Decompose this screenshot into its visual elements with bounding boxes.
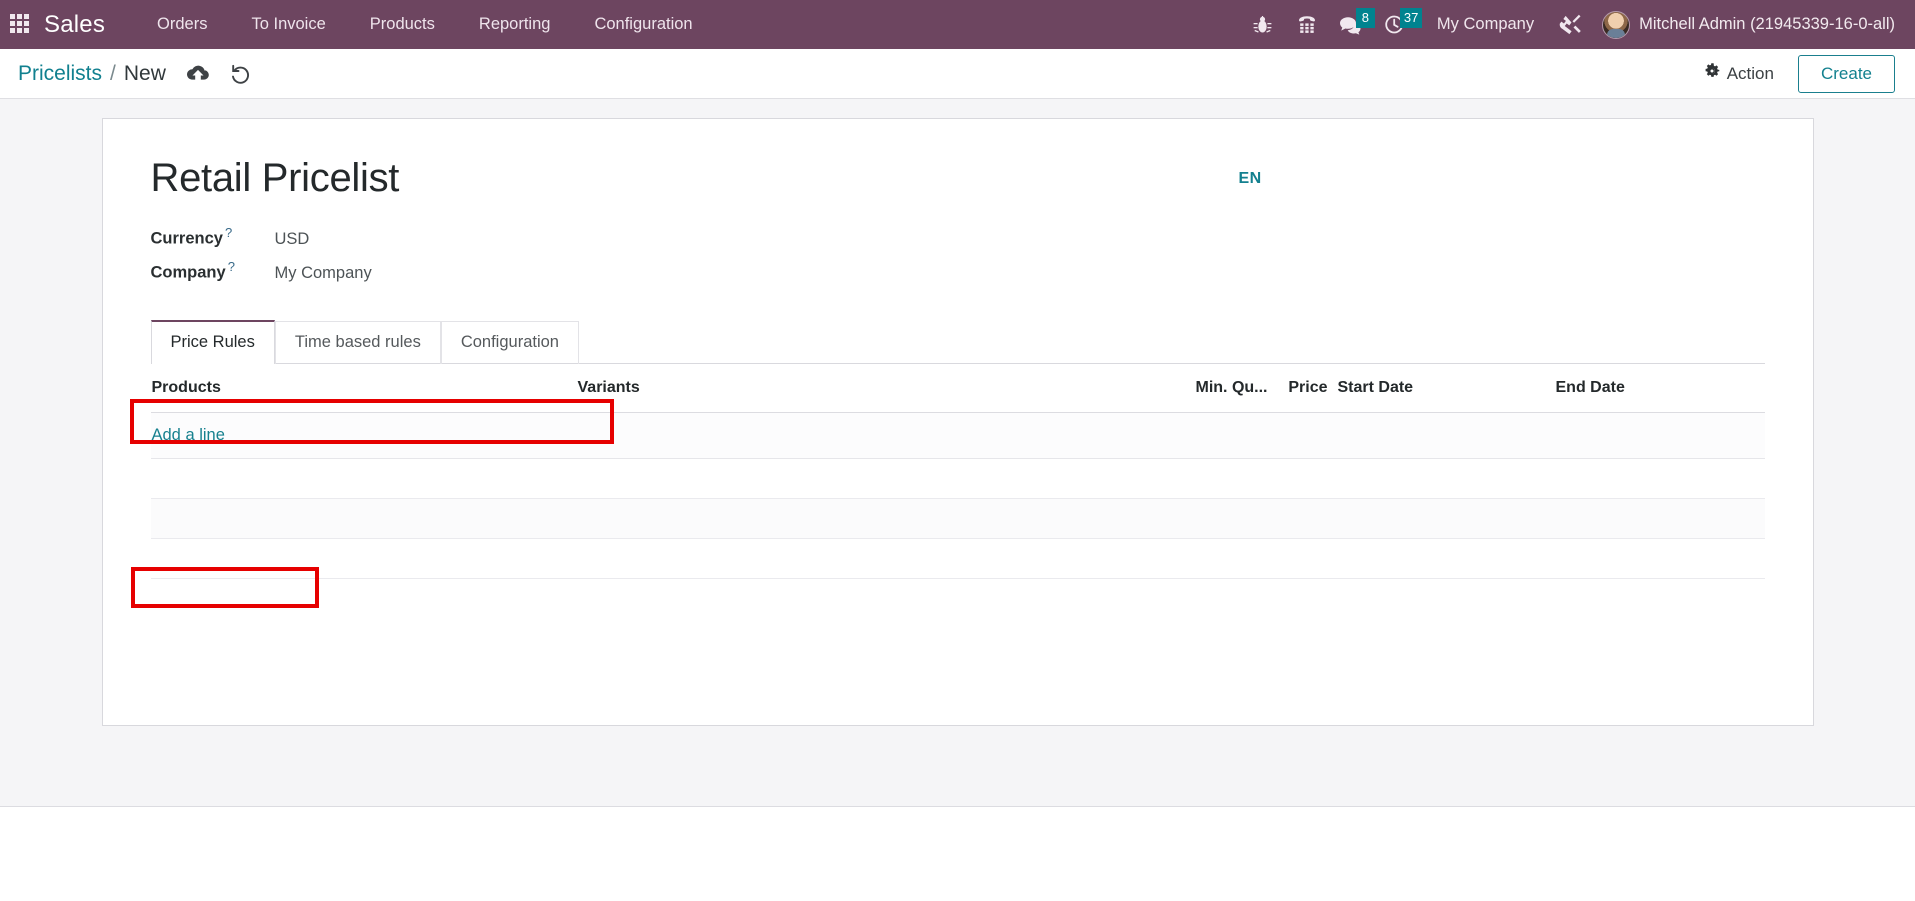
add-a-line-row: Add a line [150, 412, 1765, 459]
table-body: Add a line [150, 412, 1765, 659]
tab-time-based-rules[interactable]: Time based rules [274, 321, 441, 364]
notebook-tab-row: Price Rules Time based rules Configurati… [150, 319, 1765, 364]
field-company: Company? My Company [151, 259, 1765, 293]
user-name: Mitchell Admin (21945339-16-0-all) [1639, 15, 1895, 33]
add-a-line-button[interactable]: Add a line [152, 426, 225, 445]
language-badge[interactable]: EN [1239, 170, 1262, 188]
messaging-chat-icon[interactable]: 8 [1329, 7, 1375, 43]
nav-menu-to-invoice[interactable]: To Invoice [237, 9, 339, 40]
create-button[interactable]: Create [1797, 54, 1895, 93]
tools-wrench-screwdriver-icon[interactable] [1548, 7, 1592, 43]
company-switcher[interactable]: My Company [1423, 9, 1548, 40]
page-body: EN Retail Pricelist Currency? USD Compan… [0, 99, 1915, 807]
nav-menu-reporting[interactable]: Reporting [465, 9, 565, 40]
breadcrumb-current-new: New [123, 61, 166, 85]
field-currency: Currency? USD [151, 225, 1765, 259]
notebook: Price Rules Time based rules Configurati… [150, 319, 1765, 659]
form-sheet: EN Retail Pricelist Currency? USD Compan… [101, 118, 1814, 726]
undo-discard-icon[interactable] [230, 64, 252, 84]
column-header-price[interactable]: Price [1277, 364, 1328, 413]
field-company-value[interactable]: My Company [275, 264, 372, 283]
nav-menu-configuration[interactable]: Configuration [580, 9, 706, 40]
bug-icon[interactable] [1241, 7, 1285, 43]
gear-icon [1704, 63, 1720, 84]
table-filler-row [150, 538, 1765, 579]
price-rules-table: Products Variants Min. Qu... Price Start… [150, 364, 1765, 659]
breadcrumb-pricelists[interactable]: Pricelists [18, 62, 102, 86]
tab-configuration[interactable]: Configuration [440, 321, 579, 364]
avatar [1602, 10, 1631, 39]
top-navbar: Sales Orders To Invoice Products Reporti… [0, 0, 1915, 49]
control-panel: Pricelists / New Action Create [0, 49, 1915, 99]
page-title[interactable]: Retail Pricelist [151, 156, 1765, 201]
action-label: Action [1726, 63, 1774, 83]
breadcrumb: Pricelists / New [18, 62, 166, 86]
table-header-row: Products Variants Min. Qu... Price Start… [150, 364, 1765, 413]
activities-clock-icon[interactable]: 37 [1373, 7, 1423, 43]
field-company-label: Company? [150, 259, 235, 282]
nav-menu-products[interactable]: Products [356, 9, 449, 40]
content-bottom-divider [0, 806, 1915, 807]
cloud-upload-save-icon[interactable] [186, 64, 210, 83]
phone-dialpad-icon[interactable] [1285, 7, 1329, 43]
table-filler-row [151, 579, 1765, 659]
field-currency-value[interactable]: USD [275, 230, 310, 249]
user-menu[interactable]: Mitchell Admin (21945339-16-0-all) [1592, 7, 1901, 43]
nav-menu-orders[interactable]: Orders [143, 9, 221, 40]
app-brand-sales[interactable]: Sales [44, 11, 105, 39]
table-filler-row [150, 498, 1765, 539]
currency-help-icon[interactable]: ? [225, 225, 232, 240]
action-button[interactable]: Action [1702, 59, 1776, 88]
add-a-line-cell: Add a line [150, 412, 1765, 459]
column-header-start-date[interactable]: Start Date [1327, 364, 1546, 413]
table-header: Products Variants Min. Qu... Price Start… [150, 364, 1765, 413]
table-filler-row [150, 458, 1765, 499]
activities-badge-count: 37 [1399, 7, 1423, 28]
column-header-end-date[interactable]: End Date [1545, 364, 1765, 413]
field-currency-label: Currency? [150, 225, 233, 248]
company-help-icon[interactable]: ? [228, 259, 235, 274]
column-header-variants[interactable]: Variants [577, 364, 1088, 413]
apps-grid-icon[interactable] [10, 13, 32, 36]
breadcrumb-separator: / [110, 61, 116, 85]
tab-price-rules[interactable]: Price Rules [150, 320, 275, 364]
sheet-bottom-padding [151, 659, 1765, 719]
column-header-products[interactable]: Products [150, 364, 578, 413]
column-header-min-quantity[interactable]: Min. Qu... [1087, 364, 1278, 413]
